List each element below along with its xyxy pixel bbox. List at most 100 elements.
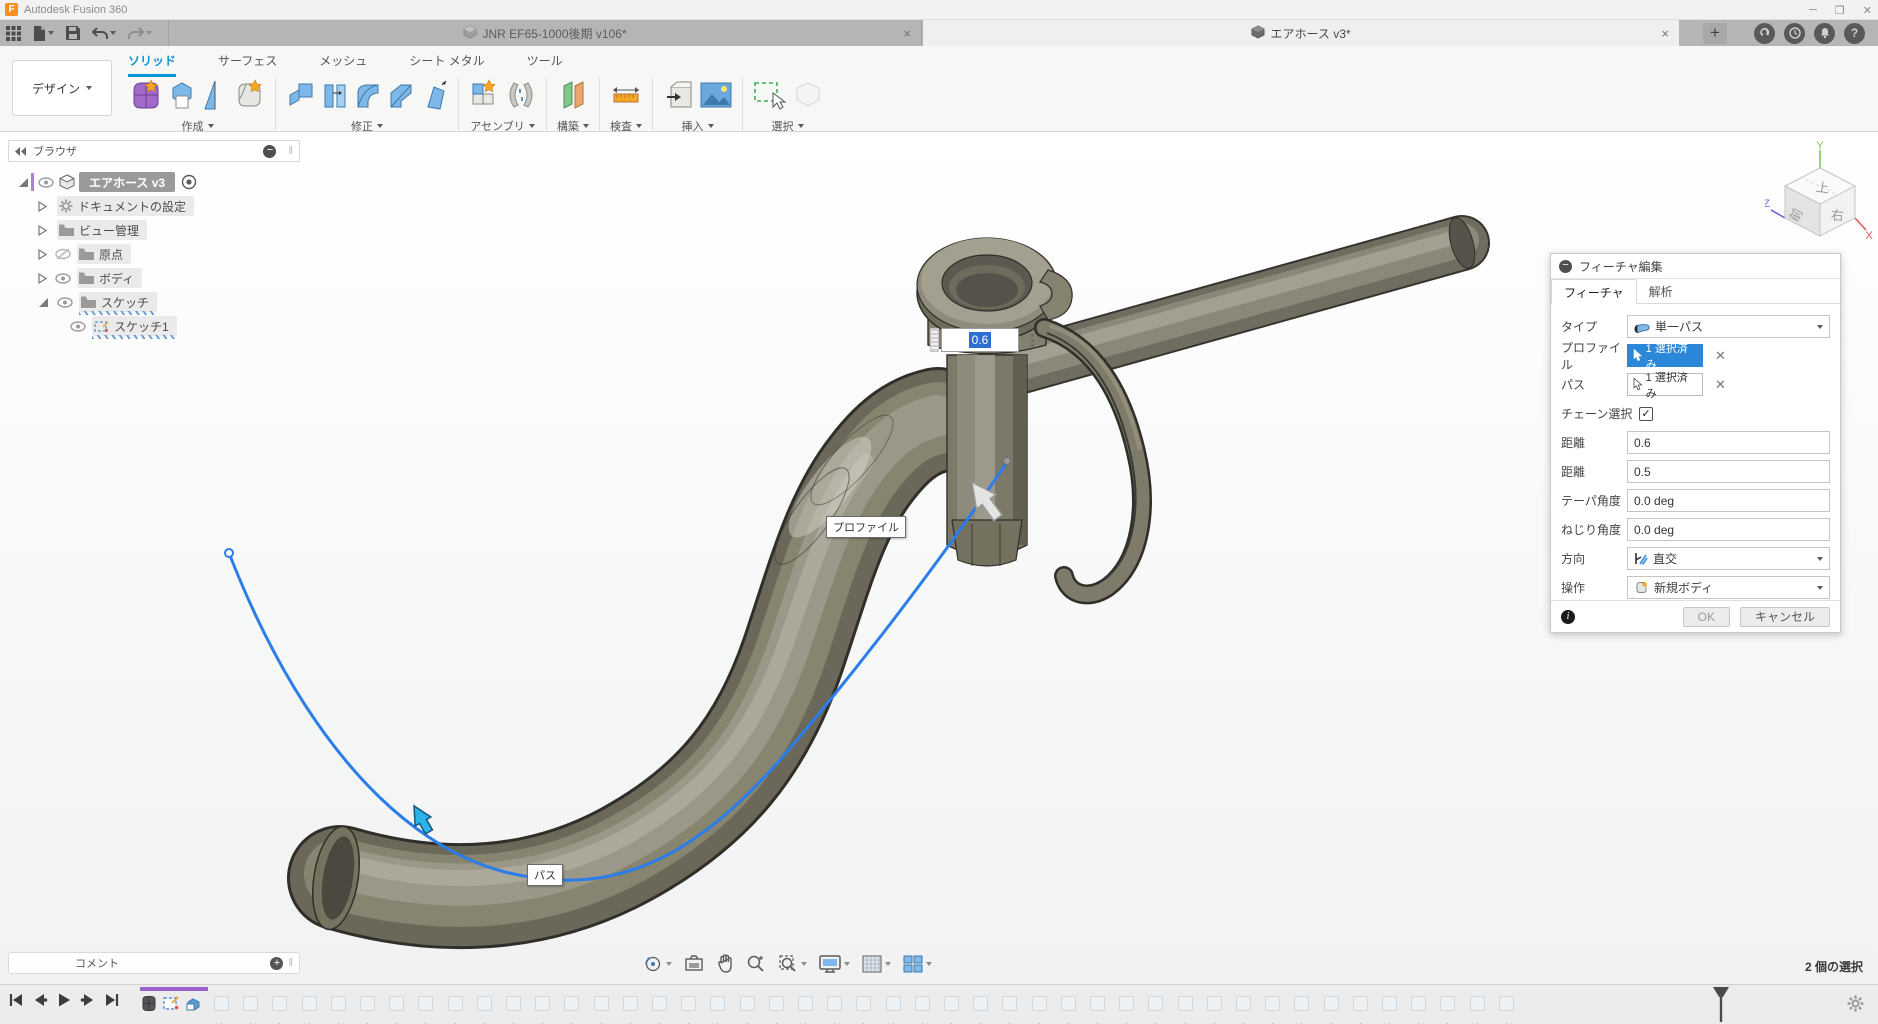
browser-collapse-icon[interactable]: −: [263, 144, 277, 158]
timeline-suppressed-feature[interactable]: [1090, 996, 1105, 1011]
timeline-suppressed-feature[interactable]: [1148, 996, 1164, 1011]
tree-collapsed-icon[interactable]: [38, 272, 47, 284]
timeline-suppressed-feature[interactable]: [1352, 996, 1368, 1011]
form-icon[interactable]: [130, 78, 162, 115]
timeline-suppressed-feature[interactable]: [1119, 996, 1135, 1011]
orbit-icon[interactable]: [640, 952, 675, 976]
distance-1-input[interactable]: [1627, 431, 1830, 454]
timeline-suppressed-feature[interactable]: [1323, 996, 1339, 1011]
ribbon-tab-sheetmetal[interactable]: シート メタル: [409, 52, 484, 77]
timeline-suppressed-feature[interactable]: [330, 996, 346, 1011]
draft-icon[interactable]: [420, 79, 448, 114]
browser-item-view-mgmt[interactable]: ビュー管理: [8, 218, 300, 242]
timeline-sketch-feature[interactable]: [162, 994, 180, 1016]
eye-off-icon[interactable]: [55, 248, 71, 260]
twist-angle-input[interactable]: [1627, 518, 1830, 541]
dialog-tab-analysis[interactable]: 解析: [1637, 279, 1685, 303]
distance-2-input[interactable]: [1627, 460, 1830, 483]
timeline-suppressed-feature[interactable]: [739, 996, 755, 1011]
timeline-suppressed-feature[interactable]: [506, 996, 521, 1011]
ok-button[interactable]: OK: [1682, 606, 1730, 627]
timeline-suppressed-feature[interactable]: [301, 996, 317, 1011]
distance-input[interactable]: 0.6: [941, 328, 1019, 352]
timeline-suppressed-feature[interactable]: [768, 996, 784, 1011]
timeline-suppressed-feature[interactable]: [564, 996, 580, 1011]
press-pull-icon[interactable]: [286, 79, 316, 114]
help-icon[interactable]: ?: [1844, 22, 1865, 44]
tree-expand-icon[interactable]: [18, 177, 29, 188]
zoom-icon[interactable]: [743, 952, 769, 976]
type-dropdown[interactable]: 単一パス: [1627, 315, 1830, 338]
timeline-suppressed-feature[interactable]: [827, 996, 843, 1011]
timeline-suppressed-feature[interactable]: [914, 996, 930, 1011]
play-icon[interactable]: [56, 992, 72, 1011]
timeline-suppressed-feature[interactable]: [243, 996, 259, 1011]
save-icon[interactable]: [66, 26, 80, 40]
comment-header[interactable]: コメント + ‖: [8, 952, 300, 974]
timeline-suppressed-feature[interactable]: [360, 996, 375, 1011]
select-icon[interactable]: [753, 79, 789, 114]
timeline-suppressed-feature[interactable]: [1177, 996, 1193, 1011]
browser-item-origin[interactable]: 原点: [8, 242, 300, 266]
timeline-suppressed-feature[interactable]: [652, 996, 667, 1011]
dialog-tab-feature[interactable]: フィーチャ: [1551, 279, 1637, 304]
browser-item-sketch1[interactable]: スケッチ1: [8, 314, 300, 339]
job-status-icon[interactable]: [1784, 22, 1805, 44]
new-component-icon[interactable]: [469, 78, 501, 115]
new-tab-button[interactable]: +: [1703, 23, 1727, 44]
maximize-icon[interactable]: ❐: [1835, 4, 1845, 17]
timeline-suppressed-feature[interactable]: [798, 996, 813, 1011]
timeline-suppressed-feature[interactable]: [944, 996, 959, 1011]
timeline-suppressed-feature[interactable]: [885, 996, 901, 1011]
tree-expand-icon[interactable]: [38, 297, 49, 308]
timeline-suppressed-feature[interactable]: [272, 996, 288, 1011]
operation-dropdown[interactable]: 新規ボディ: [1627, 576, 1830, 599]
close-tab-icon[interactable]: ×: [903, 26, 911, 41]
tree-collapsed-icon[interactable]: [38, 248, 47, 260]
timeline-gear-icon[interactable]: [1847, 995, 1864, 1015]
redo-button[interactable]: [128, 26, 152, 40]
timeline-suppressed-feature[interactable]: [1382, 996, 1397, 1011]
timeline-suppressed-feature[interactable]: [1265, 996, 1281, 1011]
timeline-suppressed-feature[interactable]: [418, 996, 434, 1011]
look-at-icon[interactable]: [681, 953, 707, 975]
file-menu-button[interactable]: [33, 25, 54, 41]
extrude-icon[interactable]: [167, 78, 197, 115]
step-forward-icon[interactable]: [80, 992, 96, 1011]
timeline-sweep-feature[interactable]: [184, 994, 202, 1016]
ribbon-tab-tools[interactable]: ツール: [527, 52, 563, 77]
pan-icon[interactable]: [713, 952, 737, 976]
skip-end-icon[interactable]: [104, 992, 120, 1011]
grid-menu-icon[interactable]: [6, 25, 21, 41]
workspace-selector[interactable]: デザイン: [12, 60, 112, 116]
profile-select-button[interactable]: 1 選択済み: [1627, 343, 1703, 371]
doc-tab-2[interactable]: エアホース v3* ×: [923, 20, 1679, 46]
cancel-button[interactable]: キャンセル: [1739, 606, 1830, 627]
browser-root-row[interactable]: エアホース v3: [8, 170, 300, 194]
eye-icon[interactable]: [70, 320, 86, 332]
doc-tab-1[interactable]: JNR EF65-1000後期 v106* ×: [168, 20, 922, 46]
timeline-playhead[interactable]: [1712, 985, 1730, 1024]
fit-icon[interactable]: [775, 952, 810, 976]
tree-collapsed-icon[interactable]: [38, 200, 47, 212]
timeline-suppressed-feature[interactable]: [476, 996, 492, 1011]
timeline-suppressed-feature[interactable]: [1440, 996, 1456, 1011]
ribbon-tab-mesh[interactable]: メッシュ: [319, 52, 367, 77]
panel-grip[interactable]: ‖: [288, 957, 293, 969]
timeline-suppressed-feature[interactable]: [1002, 996, 1018, 1011]
shell-icon[interactable]: [321, 79, 349, 114]
measure-icon[interactable]: [611, 80, 641, 113]
canvas-image-icon[interactable]: [700, 82, 732, 111]
revolve-icon[interactable]: [202, 79, 228, 114]
minimize-icon[interactable]: ─: [1809, 4, 1817, 16]
collapse-left-icon[interactable]: [15, 146, 27, 156]
extensions-icon[interactable]: [1754, 22, 1775, 44]
timeline-suppressed-feature[interactable]: [1294, 996, 1310, 1011]
eye-icon[interactable]: [38, 176, 54, 188]
timeline-suppressed-feature[interactable]: [447, 996, 463, 1011]
orientation-dropdown[interactable]: 直交: [1627, 547, 1830, 570]
activate-radio-icon[interactable]: [181, 174, 197, 190]
chamfer-icon[interactable]: [387, 79, 415, 114]
browser-header[interactable]: ブラウザ − ‖: [8, 140, 300, 162]
skip-start-icon[interactable]: [8, 992, 24, 1011]
